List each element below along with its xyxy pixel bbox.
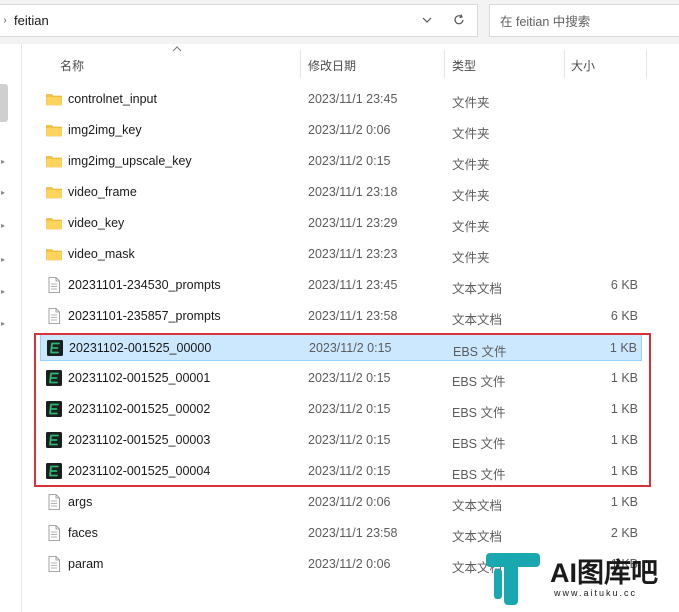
text-file-icon: [45, 307, 63, 325]
nav-expand-arrow-icon[interactable]: ▸: [1, 256, 7, 264]
file-name: video_mask: [68, 247, 135, 261]
nav-scrollbar[interactable]: [0, 84, 8, 122]
annotation-highlight-box: [34, 333, 651, 487]
file-type: 文件夹: [452, 96, 490, 110]
navigation-pane: ▸ ▸ ▸ ▸ ▸ ▸: [0, 44, 22, 612]
file-row[interactable]: video_frame 2023/11/1 23:18 文件夹: [40, 178, 642, 206]
file-name: param: [68, 557, 104, 571]
file-name: 20231101-234530_prompts: [68, 278, 221, 292]
file-row[interactable]: faces 2023/11/1 23:58 文本文档 2 KB: [40, 519, 642, 547]
folder-icon: [45, 152, 63, 170]
file-row[interactable]: controlnet_input 2023/11/1 23:45 文件夹: [40, 85, 642, 113]
file-size: 6 KB: [610, 309, 638, 323]
file-name: faces: [68, 526, 98, 540]
file-row[interactable]: video_mask 2023/11/1 23:23 文件夹: [40, 240, 642, 268]
column-header: 名称 修改日期 类型 大小: [22, 44, 679, 78]
nav-expand-arrow-icon[interactable]: ▸: [1, 158, 7, 166]
file-modified-date: 2023/11/1 23:23: [308, 247, 398, 261]
file-modified-date: 2023/11/2 0:06: [308, 557, 391, 571]
file-row[interactable]: img2img_key 2023/11/2 0:06 文件夹: [40, 116, 642, 144]
file-modified-date: 2023/11/1 23:58: [308, 526, 398, 540]
file-modified-date: 2023/11/2 0:06: [308, 123, 391, 137]
nav-expand-arrow-icon[interactable]: ▸: [1, 320, 7, 328]
nav-expand-arrow-icon[interactable]: ▸: [1, 189, 7, 197]
column-divider[interactable]: [444, 50, 445, 78]
nav-expand-arrow-icon[interactable]: ▸: [1, 288, 7, 296]
file-size: 2 KB: [610, 526, 638, 540]
column-header-date[interactable]: 修改日期: [308, 57, 356, 74]
pane-divider: [21, 44, 22, 612]
file-name: img2img_key: [68, 123, 142, 137]
column-header-type[interactable]: 类型: [452, 57, 476, 74]
column-divider[interactable]: [646, 50, 647, 78]
folder-icon: [45, 214, 63, 232]
search-input[interactable]: 在 feitian 中搜索: [489, 4, 679, 37]
file-modified-date: 2023/11/1 23:18: [308, 185, 398, 199]
watermark-brand-text: AI图库吧: [550, 558, 658, 588]
column-header-size[interactable]: 大小: [571, 57, 595, 74]
column-header-name[interactable]: 名称: [60, 57, 84, 74]
file-name: video_key: [68, 216, 125, 230]
file-type: 文本文档: [452, 282, 503, 296]
file-type: 文件夹: [452, 220, 490, 234]
file-row[interactable]: 20231101-234530_prompts 2023/11/1 23:45 文本…: [40, 271, 642, 299]
file-name: video_frame: [68, 185, 137, 199]
nav-expand-arrow-icon[interactable]: ▸: [1, 222, 7, 230]
breadcrumb-chevron-icon[interactable]: ›: [0, 15, 10, 26]
text-file-icon: [45, 555, 63, 573]
folder-icon: [45, 90, 63, 108]
sort-ascending-icon: [172, 46, 182, 52]
file-modified-date: 2023/11/1 23:45: [308, 278, 398, 292]
file-row[interactable]: video_key 2023/11/1 23:29 文件夹: [40, 209, 642, 237]
file-modified-date: 2023/11/1 23:45: [308, 92, 398, 106]
file-name: controlnet_input: [68, 92, 157, 106]
file-type: 文件夹: [452, 251, 490, 265]
toolbar: › feitian 在 feitian 中搜索: [0, 0, 679, 44]
watermark: AI图库吧 www.aituku.cc: [484, 549, 674, 607]
folder-icon: [45, 121, 63, 139]
breadcrumb-current-folder[interactable]: feitian: [14, 13, 49, 28]
chevron-down-icon[interactable]: [420, 13, 434, 27]
file-type: 文件夹: [452, 127, 490, 141]
file-name: img2img_upscale_key: [68, 154, 192, 168]
text-file-icon: [45, 493, 63, 511]
file-name: 20231101-235857_prompts: [68, 309, 221, 323]
watermark-url-text: www.aituku.cc: [554, 588, 638, 598]
file-modified-date: 2023/11/2 0:06: [308, 495, 391, 509]
file-size: 1 KB: [610, 495, 638, 509]
folder-icon: [45, 183, 63, 201]
file-modified-date: 2023/11/1 23:29: [308, 216, 398, 230]
file-type: 文本文档: [452, 313, 503, 327]
refresh-icon[interactable]: [452, 13, 466, 27]
text-file-icon: [45, 276, 63, 294]
column-divider[interactable]: [300, 50, 301, 78]
file-size: 6 KB: [610, 278, 638, 292]
folder-icon: [45, 245, 63, 263]
watermark-logo-icon: [486, 553, 540, 605]
file-row[interactable]: args 2023/11/2 0:06 文本文档 1 KB: [40, 488, 642, 516]
text-file-icon: [45, 524, 63, 542]
file-modified-date: 2023/11/2 0:15: [308, 154, 391, 168]
file-type: 文件夹: [452, 189, 490, 203]
column-divider[interactable]: [564, 50, 565, 78]
file-name: args: [68, 495, 93, 509]
file-row[interactable]: 20231101-235857_prompts 2023/11/1 23:58 文本…: [40, 302, 642, 330]
file-type: 文件夹: [452, 158, 490, 172]
file-modified-date: 2023/11/1 23:58: [308, 309, 398, 323]
file-type: 文本文档: [452, 499, 503, 513]
address-bar[interactable]: › feitian: [0, 4, 478, 37]
file-row[interactable]: img2img_upscale_key 2023/11/2 0:15 文件夹: [40, 147, 642, 175]
file-type: 文本文档: [452, 530, 503, 544]
